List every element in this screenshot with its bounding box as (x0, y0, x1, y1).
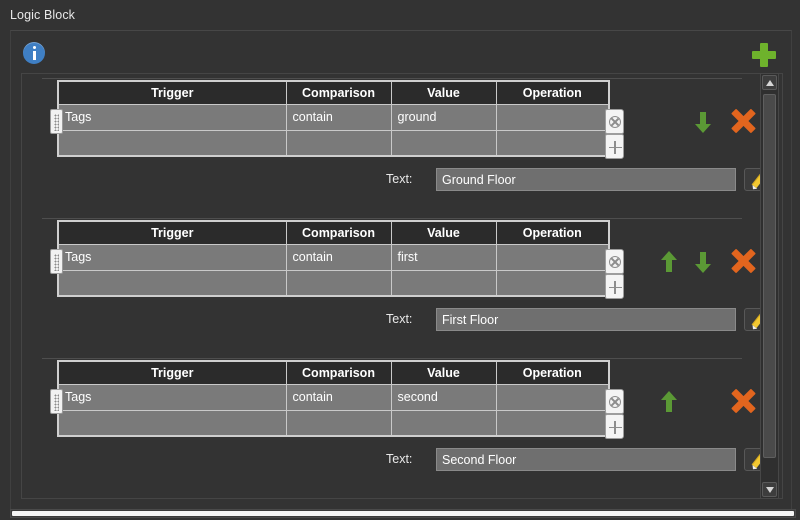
cell-value[interactable]: first (390, 243, 497, 271)
column-header-operation[interactable]: Operation (495, 80, 610, 105)
add-logic-block-button[interactable] (751, 42, 777, 68)
block-text-input[interactable] (436, 168, 736, 191)
column-header-comparison[interactable]: Comparison (285, 80, 392, 105)
block-text-row: Text: (22, 168, 774, 192)
column-header-comparison[interactable]: Comparison (285, 360, 392, 385)
drag-handle-icon[interactable] (50, 389, 63, 414)
horizontal-scrollbar[interactable] (10, 509, 796, 518)
cell-empty-operation[interactable] (495, 269, 610, 297)
logic-blocks-scroll-area: Trigger Comparison Value Operation Tags conta… (21, 73, 783, 499)
add-condition-row-button[interactable] (605, 274, 624, 299)
column-header-operation[interactable]: Operation (495, 360, 610, 385)
logic-blocks-list: Trigger Comparison Value Operation Tags conta… (22, 74, 774, 494)
drag-handle-icon[interactable] (50, 109, 63, 134)
remove-condition-row-button[interactable] (605, 249, 624, 274)
table-header-row: Trigger Comparison Value Operation (57, 80, 610, 105)
drag-handle-icon[interactable] (50, 249, 63, 274)
move-block-up-button[interactable] (659, 390, 679, 414)
cell-empty-operation[interactable] (495, 129, 610, 157)
cell-empty-operation[interactable] (495, 409, 610, 437)
vertical-scrollbar-thumb[interactable] (763, 94, 776, 458)
page-title: Logic Block (10, 8, 76, 22)
cell-comparison[interactable]: contain (285, 243, 392, 271)
column-header-value[interactable]: Value (390, 360, 497, 385)
cell-operation[interactable] (495, 103, 610, 131)
column-header-comparison[interactable]: Comparison (285, 220, 392, 245)
move-block-down-button[interactable] (693, 110, 713, 134)
cell-empty-comparison[interactable] (285, 129, 392, 157)
triangle-up-icon (766, 80, 774, 86)
delete-block-button[interactable] (731, 248, 756, 274)
horizontal-scrollbar-thumb[interactable] (12, 511, 794, 516)
block-text-row: Text: (22, 308, 774, 332)
condition-table: Trigger Comparison Value Operation Tags conta… (57, 360, 610, 437)
cell-operation[interactable] (495, 383, 610, 411)
cell-operation[interactable] (495, 243, 610, 271)
cell-empty-value[interactable] (390, 269, 497, 297)
arrow-down-icon (695, 264, 711, 273)
cell-comparison[interactable]: contain (285, 103, 392, 131)
table-row-empty[interactable] (57, 269, 610, 297)
table-row[interactable]: Tags contain second (57, 383, 610, 411)
condition-table: Trigger Comparison Value Operation Tags conta… (57, 80, 610, 157)
column-header-trigger[interactable]: Trigger (57, 80, 287, 105)
cell-trigger[interactable]: Tags (57, 103, 287, 131)
table-header-row: Trigger Comparison Value Operation (57, 220, 610, 245)
triangle-down-icon (766, 487, 774, 493)
info-icon[interactable] (23, 42, 45, 64)
logic-block: Trigger Comparison Value Operation Tags conta… (22, 214, 774, 354)
text-label: Text: (386, 452, 413, 466)
column-header-operation[interactable]: Operation (495, 220, 610, 245)
cell-empty-comparison[interactable] (285, 269, 392, 297)
cell-empty-comparison[interactable] (285, 409, 392, 437)
column-header-trigger[interactable]: Trigger (57, 220, 287, 245)
table-row[interactable]: Tags contain ground (57, 103, 610, 131)
delete-block-button[interactable] (731, 108, 756, 134)
remove-condition-row-button[interactable] (605, 109, 624, 134)
table-header-row: Trigger Comparison Value Operation (57, 360, 610, 385)
plus-icon-horizontal (752, 51, 776, 59)
text-label: Text: (386, 312, 413, 326)
cell-value[interactable]: ground (390, 103, 497, 131)
delete-block-button[interactable] (731, 388, 756, 414)
scroll-down-button[interactable] (762, 482, 777, 497)
move-block-up-button[interactable] (659, 250, 679, 274)
logic-block: Trigger Comparison Value Operation Tags conta… (22, 354, 774, 494)
text-label: Text: (386, 172, 413, 186)
circle-x-icon (609, 396, 621, 408)
block-text-row: Text: (22, 448, 774, 472)
scroll-up-button[interactable] (762, 75, 777, 90)
cell-comparison[interactable]: contain (285, 383, 392, 411)
logic-block-panel: Trigger Comparison Value Operation Tags conta… (10, 30, 792, 510)
column-header-value[interactable]: Value (390, 220, 497, 245)
column-header-trigger[interactable]: Trigger (57, 360, 287, 385)
cell-empty-value[interactable] (390, 409, 497, 437)
add-condition-row-button[interactable] (605, 414, 624, 439)
table-row-empty[interactable] (57, 409, 610, 437)
block-text-input[interactable] (436, 448, 736, 471)
circle-x-icon (609, 256, 621, 268)
add-condition-row-button[interactable] (605, 134, 624, 159)
column-header-value[interactable]: Value (390, 80, 497, 105)
logic-block: Trigger Comparison Value Operation Tags conta… (22, 74, 774, 214)
cell-empty-trigger[interactable] (57, 409, 287, 437)
cell-empty-value[interactable] (390, 129, 497, 157)
remove-condition-row-button[interactable] (605, 389, 624, 414)
cell-trigger[interactable]: Tags (57, 383, 287, 411)
condition-table: Trigger Comparison Value Operation Tags conta… (57, 220, 610, 297)
table-row-empty[interactable] (57, 129, 610, 157)
cell-value[interactable]: second (390, 383, 497, 411)
cell-empty-trigger[interactable] (57, 129, 287, 157)
block-text-input[interactable] (436, 308, 736, 331)
table-row[interactable]: Tags contain first (57, 243, 610, 271)
vertical-scrollbar[interactable] (760, 73, 779, 499)
move-block-down-button[interactable] (693, 250, 713, 274)
circle-x-icon (609, 116, 621, 128)
cell-trigger[interactable]: Tags (57, 243, 287, 271)
arrow-down-icon (695, 124, 711, 133)
cell-empty-trigger[interactable] (57, 269, 287, 297)
